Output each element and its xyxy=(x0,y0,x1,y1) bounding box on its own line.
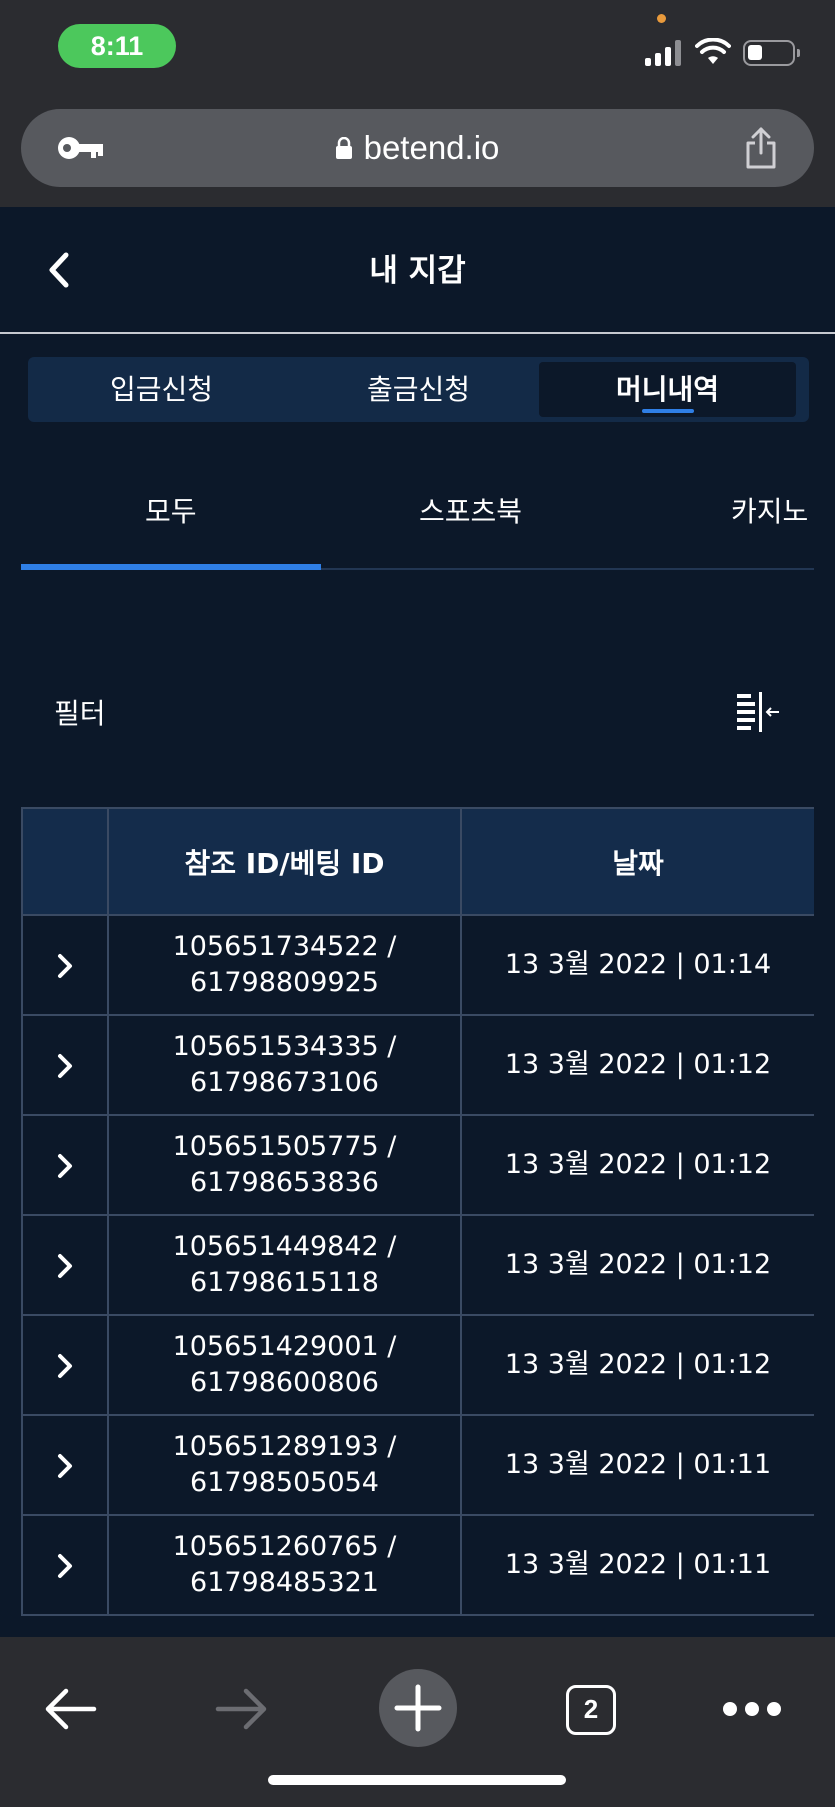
row-expand-cell[interactable] xyxy=(21,1214,109,1316)
subtab-all[interactable]: 모두 xyxy=(145,490,197,530)
browser-top-bar: 8:11 betend.io xyxy=(0,0,835,207)
tabs-count-button[interactable]: 2 xyxy=(566,1685,616,1735)
ref-id: 105651734522 / xyxy=(172,931,397,962)
cellular-signal-icon xyxy=(645,38,685,66)
forward-arrow-icon[interactable] xyxy=(214,1687,270,1731)
battery-icon xyxy=(743,40,800,66)
chevron-right-icon[interactable] xyxy=(56,1352,74,1380)
page-title: 내 지갑 xyxy=(369,253,466,289)
chevron-right-icon[interactable] xyxy=(56,1252,74,1280)
bet-id: 61798653836 xyxy=(190,1167,379,1198)
chevron-right-icon[interactable] xyxy=(56,1552,74,1580)
row-expand-cell[interactable] xyxy=(21,1014,109,1116)
ref-id: 105651449842 / xyxy=(172,1231,397,1262)
table-row[interactable]: 105651260765 / 61798485321 13 3월 2022 | 01… xyxy=(21,1514,814,1616)
page-header: 내 지갑 xyxy=(0,207,835,334)
subtab-sportsbook[interactable]: 스포츠북 xyxy=(419,490,522,530)
segment-withdraw[interactable]: 출금신청 xyxy=(290,362,547,417)
ref-bet-id-cell: 105651734522 / 61798809925 xyxy=(107,914,462,1016)
url-text: betend.io xyxy=(363,129,500,166)
row-expand-cell[interactable] xyxy=(21,1314,109,1416)
filter-label[interactable]: 필터 xyxy=(54,692,106,732)
column-header-expand xyxy=(21,807,109,916)
history-subtabs: 모두 스포츠북 카지노 xyxy=(21,470,814,570)
bet-id: 61798615118 xyxy=(190,1267,379,1298)
chevron-right-icon[interactable] xyxy=(56,1452,74,1480)
chevron-right-icon[interactable] xyxy=(56,1052,74,1080)
table-header-row: 참조 ID/베팅 ID 날짜 xyxy=(21,807,814,916)
bet-id: 61798505054 xyxy=(190,1467,379,1498)
table-body: 105651734522 / 61798809925 13 3월 2022 | 01… xyxy=(21,914,814,1616)
table-row[interactable]: 105651289193 / 61798505054 13 3월 2022 | 01… xyxy=(21,1414,814,1516)
bet-id: 61798809925 xyxy=(190,967,379,998)
bet-id: 61798485321 xyxy=(190,1567,379,1598)
bet-id: 61798673106 xyxy=(190,1067,379,1098)
more-options-icon[interactable] xyxy=(722,1699,782,1719)
segment-deposit[interactable]: 입금신청 xyxy=(33,362,290,417)
address-bar[interactable]: betend.io xyxy=(21,109,814,187)
date-cell: 13 3월 2022 | 01:14 xyxy=(460,914,814,1016)
ref-bet-id-cell: 105651429001 / 61798600806 xyxy=(107,1314,462,1416)
date-cell: 13 3월 2022 | 01:11 xyxy=(460,1414,814,1516)
column-header-date[interactable]: 날짜 xyxy=(460,807,814,916)
segment-money-history-label: 머니내역 xyxy=(615,373,720,406)
row-expand-cell[interactable] xyxy=(21,1514,109,1616)
row-expand-cell[interactable] xyxy=(21,914,109,1016)
ref-bet-id-cell: 105651289193 / 61798505054 xyxy=(107,1414,462,1516)
subtab-casino[interactable]: 카지노 xyxy=(731,490,808,530)
date-cell: 13 3월 2022 | 01:12 xyxy=(460,1014,814,1116)
money-history-table: 참조 ID/베팅 ID 날짜 105651734522 / 61798809925… xyxy=(21,807,814,1637)
column-header-ref-bet-id[interactable]: 참조 ID/베팅 ID xyxy=(107,807,462,916)
wifi-icon xyxy=(695,38,731,64)
browser-bottom-toolbar: 2 xyxy=(0,1637,835,1807)
filter-collapse-icon[interactable] xyxy=(737,692,781,732)
table-row[interactable]: 105651449842 / 61798615118 13 3월 2022 | 01… xyxy=(21,1214,814,1316)
subtab-active-indicator xyxy=(21,564,321,570)
status-time: 8:11 xyxy=(58,24,176,68)
new-tab-button[interactable] xyxy=(379,1669,457,1747)
chevron-right-icon[interactable] xyxy=(56,952,74,980)
segment-active-indicator xyxy=(641,409,694,413)
row-expand-cell[interactable] xyxy=(21,1114,109,1216)
ref-bet-id-cell: 105651449842 / 61798615118 xyxy=(107,1214,462,1316)
wallet-segment-control: 입금신청 출금신청 머니내역 xyxy=(28,357,809,422)
back-arrow-icon[interactable] xyxy=(42,1687,98,1731)
privacy-dot-indicator xyxy=(657,14,666,23)
lock-icon xyxy=(335,137,352,159)
ref-bet-id-cell: 105651505775 / 61798653836 xyxy=(107,1114,462,1216)
home-indicator xyxy=(268,1775,566,1785)
plus-icon xyxy=(394,1684,442,1732)
date-cell: 13 3월 2022 | 01:12 xyxy=(460,1114,814,1216)
table-row[interactable]: 105651734522 / 61798809925 13 3월 2022 | 01… xyxy=(21,914,814,1016)
table-row[interactable]: 105651429001 / 61798600806 13 3월 2022 | 01… xyxy=(21,1314,814,1416)
ref-id: 105651534335 / xyxy=(172,1031,397,1062)
segment-money-history[interactable]: 머니내역 xyxy=(539,362,796,417)
ref-id: 105651289193 / xyxy=(172,1431,397,1462)
ref-id: 105651429001 / xyxy=(172,1331,397,1362)
row-expand-cell[interactable] xyxy=(21,1414,109,1516)
date-cell: 13 3월 2022 | 01:12 xyxy=(460,1214,814,1316)
date-cell: 13 3월 2022 | 01:12 xyxy=(460,1314,814,1416)
ref-bet-id-cell: 105651260765 / 61798485321 xyxy=(107,1514,462,1616)
table-row[interactable]: 105651505775 / 61798653836 13 3월 2022 | 01… xyxy=(21,1114,814,1216)
ref-id: 105651260765 / xyxy=(172,1531,397,1562)
share-icon[interactable] xyxy=(744,127,778,169)
chevron-right-icon[interactable] xyxy=(56,1152,74,1180)
table-row[interactable]: 105651534335 / 61798673106 13 3월 2022 | 01… xyxy=(21,1014,814,1116)
date-cell: 13 3월 2022 | 01:11 xyxy=(460,1514,814,1616)
bet-id: 61798600806 xyxy=(190,1367,379,1398)
ref-id: 105651505775 / xyxy=(172,1131,397,1162)
ref-bet-id-cell: 105651534335 / 61798673106 xyxy=(107,1014,462,1116)
